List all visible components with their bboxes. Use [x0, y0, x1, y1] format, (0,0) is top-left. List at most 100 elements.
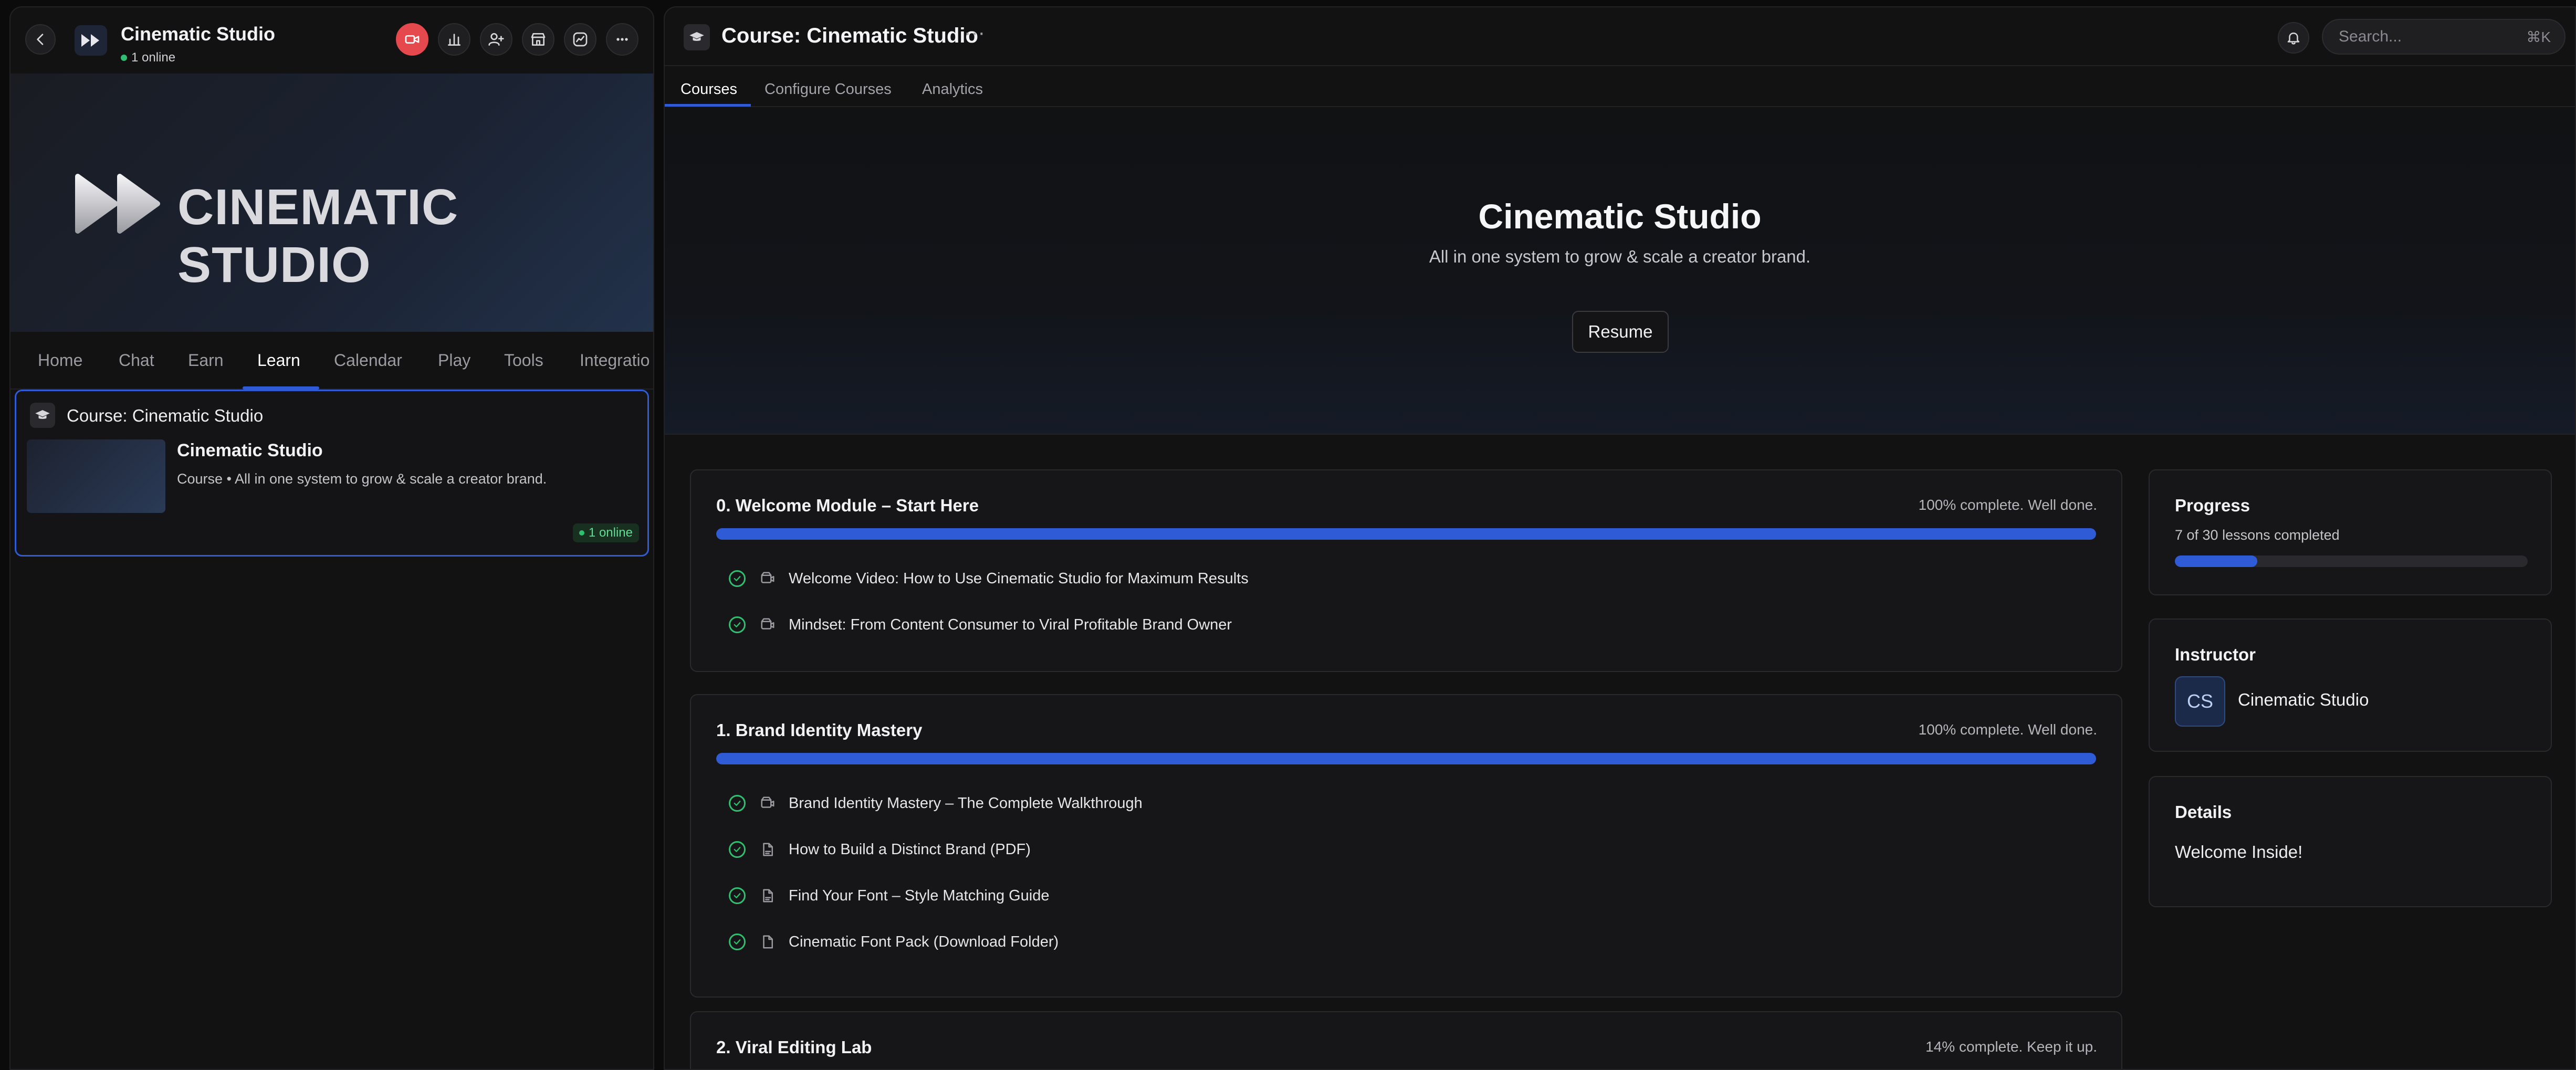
- tab-courses[interactable]: Courses: [680, 81, 737, 98]
- more-horizontal-icon: [616, 38, 628, 41]
- card-subtitle: Course • All in one system to grow & sca…: [177, 471, 547, 487]
- card-header: Course: Cinematic Studio: [67, 406, 264, 425]
- tab-tools[interactable]: Tools: [504, 351, 543, 370]
- module-card[interactable]: 1. Brand Identity Mastery 100% complete.…: [690, 694, 2122, 998]
- online-dot-icon: [579, 530, 584, 536]
- page-title: Course: Cinematic Studio: [721, 24, 978, 47]
- banner-title: CINEMATIC STUDIO: [177, 179, 459, 293]
- add-user-button[interactable]: [480, 23, 512, 56]
- resume-button[interactable]: Resume: [1572, 311, 1669, 353]
- tab-home[interactable]: Home: [38, 351, 82, 370]
- details-title: Details: [2175, 802, 2232, 822]
- store-button[interactable]: [522, 23, 554, 56]
- lesson-item[interactable]: How to Build a Distinct Brand (PDF): [729, 835, 1031, 864]
- module-progress-bar: [716, 753, 2096, 764]
- channel-tabs: Home Chat Earn Learn Calendar Play Tools…: [11, 332, 653, 390]
- pdf-icon: [758, 886, 777, 905]
- trend-line-icon: [573, 32, 588, 47]
- lesson-item[interactable]: Brand Identity Mastery – The Complete Wa…: [729, 789, 1143, 818]
- module-title: 2. Viral Editing Lab: [716, 1037, 872, 1057]
- check-circle-icon: [729, 795, 746, 812]
- course-card[interactable]: Course: Cinematic Studio Cinematic Studi…: [15, 390, 649, 557]
- tab-earn[interactable]: Earn: [188, 351, 224, 370]
- module-card[interactable]: 0. Welcome Module – Start Here 100% comp…: [690, 469, 2122, 672]
- channel-title: Cinematic Studio: [121, 23, 276, 45]
- tab-chat[interactable]: Chat: [119, 351, 154, 370]
- module-progress-fill: [716, 528, 2096, 540]
- channel-avatar[interactable]: [75, 25, 107, 56]
- progress-card: Progress 7 of 30 lessons completed: [2149, 469, 2552, 595]
- notifications-button[interactable]: [2278, 22, 2309, 54]
- more-options-button[interactable]: [606, 23, 638, 56]
- check-circle-icon: [729, 616, 746, 633]
- module-progress-bar: [716, 528, 2096, 540]
- tab-learn[interactable]: Learn: [257, 351, 300, 370]
- online-dot-icon: [121, 55, 127, 61]
- lesson-label: Find Your Font – Style Matching Guide: [789, 887, 1050, 904]
- instructor-card: Instructor CS Cinematic Studio: [2149, 618, 2552, 752]
- bell-icon: [2287, 33, 2300, 45]
- instructor-name[interactable]: Cinematic Studio: [2238, 690, 2369, 710]
- lesson-label: Cinematic Font Pack (Download Folder): [789, 933, 1059, 950]
- hero-title: Cinematic Studio: [1478, 197, 1762, 236]
- file-icon: [758, 932, 777, 951]
- channel-banner: CINEMATIC STUDIO: [11, 74, 653, 332]
- instructor-avatar[interactable]: CS: [2175, 676, 2225, 727]
- pdf-icon: [758, 840, 777, 859]
- tab-integrations[interactable]: Integratio: [580, 351, 650, 370]
- module-status: 100% complete. Well done.: [1918, 721, 2097, 738]
- video-camera-icon: [405, 35, 420, 44]
- progress-text: 7 of 30 lessons completed: [2175, 527, 2340, 543]
- tab-calendar[interactable]: Calendar: [334, 351, 402, 370]
- lesson-item[interactable]: Mindset: From Content Consumer to Viral …: [729, 610, 1232, 639]
- online-count: 1 online: [131, 50, 176, 65]
- add-user-icon: [488, 33, 504, 46]
- record-button[interactable]: [396, 23, 428, 56]
- active-tab-indicator: [665, 104, 751, 107]
- video-icon: [758, 615, 777, 634]
- analytics-button[interactable]: [564, 23, 596, 56]
- graduation-cap-icon: [30, 403, 55, 428]
- lesson-item[interactable]: Find Your Font – Style Matching Guide: [729, 881, 1050, 910]
- course-progress-bar: [2175, 555, 2528, 567]
- lesson-item[interactable]: Welcome Video: How to Use Cinematic Stud…: [729, 564, 1249, 593]
- online-badge: 1 online: [572, 523, 639, 542]
- search-box[interactable]: ⌘K: [2322, 19, 2565, 55]
- header-more-button[interactable]: ···: [964, 21, 985, 45]
- lesson-item[interactable]: Cinematic Font Pack (Download Folder): [729, 927, 1059, 957]
- back-button[interactable]: [25, 24, 56, 55]
- course-header: Course: Cinematic Studio ··· ⌘K: [665, 7, 2575, 66]
- search-input[interactable]: [2338, 20, 2506, 54]
- graduation-cap-icon: [684, 24, 710, 50]
- chevron-left-icon: [37, 34, 44, 45]
- store-icon: [531, 33, 546, 46]
- hero-subtitle: All in one system to grow & scale a crea…: [1429, 247, 1811, 266]
- search-shortcut: ⌘K: [2526, 29, 2551, 45]
- course-progress-fill: [2175, 555, 2257, 567]
- progress-title: Progress: [2175, 496, 2250, 515]
- stats-button[interactable]: [438, 23, 470, 56]
- details-card: Details Welcome Inside!: [2149, 776, 2552, 907]
- tab-configure-courses[interactable]: Configure Courses: [765, 81, 892, 98]
- details-text: Welcome Inside!: [2175, 842, 2303, 862]
- video-icon: [758, 569, 777, 588]
- lesson-label: Welcome Video: How to Use Cinematic Stud…: [789, 570, 1249, 587]
- lesson-label: Mindset: From Content Consumer to Viral …: [789, 616, 1232, 633]
- fast-forward-icon: [81, 34, 99, 47]
- tab-analytics[interactable]: Analytics: [922, 81, 983, 98]
- channel-online-status: 1 online: [121, 50, 175, 65]
- module-title: 1. Brand Identity Mastery: [716, 720, 923, 740]
- bar-chart-icon: [448, 34, 460, 46]
- fast-forward-logo-icon: [75, 174, 160, 234]
- module-status: 14% complete. Keep it up.: [1925, 1038, 2097, 1055]
- module-progress-fill: [716, 753, 2096, 764]
- tab-play[interactable]: Play: [438, 351, 470, 370]
- lesson-label: Brand Identity Mastery – The Complete Wa…: [789, 794, 1143, 812]
- online-badge-label: 1 online: [588, 526, 633, 540]
- check-circle-icon: [729, 570, 746, 587]
- course-tabs: Courses Configure Courses Analytics: [665, 66, 2575, 107]
- module-card[interactable]: 2. Viral Editing Lab 14% complete. Keep …: [690, 1011, 2122, 1069]
- video-icon: [758, 794, 777, 813]
- check-circle-icon: [729, 841, 746, 858]
- check-circle-icon: [729, 887, 746, 904]
